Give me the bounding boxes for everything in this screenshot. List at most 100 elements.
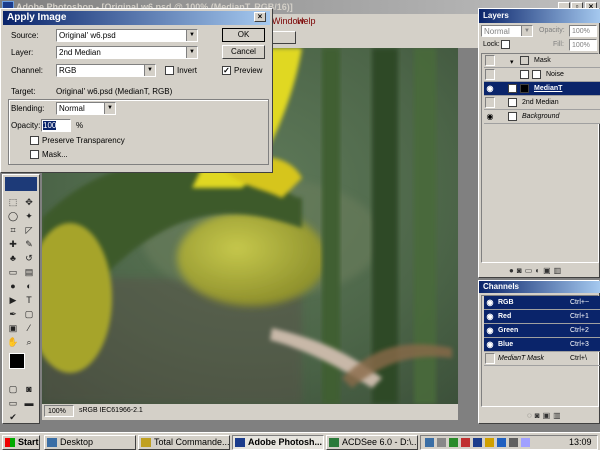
foreground-color-swatch[interactable]: [9, 353, 25, 369]
layer-row-2nd-median[interactable]: 2nd Median: [484, 96, 600, 110]
visibility-eye-icon[interactable]: [485, 55, 495, 66]
save-selection-icon[interactable]: ◙: [535, 411, 543, 420]
visibility-eye-icon[interactable]: [485, 353, 495, 364]
ok-button[interactable]: OK: [222, 28, 265, 42]
channels-tab[interactable]: Channels: [479, 281, 600, 293]
eyedropper-icon[interactable]: ⁄: [22, 322, 36, 335]
zoom-level[interactable]: 100%: [44, 405, 74, 417]
layer-dropdown[interactable]: 2nd Median ▼: [56, 46, 198, 59]
layers-list: ▾ Mask Noise ◉ MedianT 2nd Median ◉ Back…: [481, 53, 600, 263]
task-total-commander[interactable]: Total Commande...: [138, 435, 230, 450]
magic-wand-icon[interactable]: ✦: [22, 210, 36, 223]
new-layer-icon[interactable]: ▣: [543, 266, 554, 275]
options-bar-button[interactable]: [272, 31, 296, 44]
visibility-eye-icon[interactable]: ◉: [485, 325, 495, 336]
crop-tool-icon[interactable]: ⌗: [6, 224, 20, 237]
mask-checkbox[interactable]: [30, 150, 39, 159]
invert-checkbox[interactable]: [165, 66, 174, 75]
layer-name: MedianT: [534, 85, 563, 92]
tray-app-icon[interactable]: [449, 438, 458, 447]
tray-bluetooth-icon[interactable]: [497, 438, 506, 447]
brush-tool-icon[interactable]: ✎: [22, 238, 36, 251]
pen-tool-icon[interactable]: ✒: [6, 308, 20, 321]
tray-ps-icon[interactable]: [473, 438, 482, 447]
lock-transparency-checkbox[interactable]: [501, 40, 510, 49]
visibility-eye-icon[interactable]: [485, 69, 495, 80]
eraser-tool-icon[interactable]: ▭: [6, 266, 20, 279]
layer-row-background[interactable]: ◉ Background: [484, 110, 600, 124]
preserve-transparency-checkbox[interactable]: [30, 136, 39, 145]
layer-row-mask[interactable]: ▾ Mask: [484, 54, 600, 68]
blending-dropdown[interactable]: Normal ▼: [56, 102, 116, 115]
menu-help[interactable]: Help: [297, 16, 316, 26]
trash-icon[interactable]: ▥: [553, 411, 564, 420]
tray-monitor-icon[interactable]: [425, 438, 434, 447]
jump-to-imageready-icon[interactable]: ✔: [6, 411, 20, 424]
source-dropdown[interactable]: Original' w6.psd ▼: [56, 29, 198, 42]
channel-shortcut: Ctrl+1: [570, 313, 589, 320]
blend-mode-dropdown[interactable]: Normal ▼: [481, 25, 533, 37]
trash-icon[interactable]: ▥: [554, 266, 565, 275]
shape-tool-icon[interactable]: ▢: [22, 308, 36, 321]
task-acdsee[interactable]: ACDSee 6.0 - D:\...: [326, 435, 418, 450]
blur-tool-icon[interactable]: ●: [6, 280, 20, 293]
preview-checkbox[interactable]: ✓: [222, 66, 231, 75]
quick-mask-icon[interactable]: ◙: [22, 383, 36, 396]
total-commander-icon: [141, 438, 151, 447]
healing-brush-icon[interactable]: ✚: [6, 238, 20, 251]
tray-speaker-icon[interactable]: [485, 438, 494, 447]
layer-row-noise[interactable]: Noise: [484, 68, 600, 82]
type-tool-icon[interactable]: T: [22, 294, 36, 307]
marquee-tool-icon[interactable]: ⬚: [6, 196, 20, 209]
task-photoshop[interactable]: Adobe Photosh...: [232, 435, 324, 450]
visibility-eye-icon[interactable]: [485, 97, 495, 108]
new-set-icon[interactable]: ▭: [525, 266, 536, 275]
tray-alert-icon[interactable]: [461, 438, 470, 447]
path-select-icon[interactable]: ▶: [6, 294, 20, 307]
visibility-eye-icon[interactable]: ◉: [485, 297, 495, 308]
layer-opacity-input[interactable]: 100%: [569, 25, 597, 37]
dodge-tool-icon[interactable]: ◐: [22, 280, 36, 293]
opacity-input[interactable]: 100: [41, 119, 71, 132]
layer-row-mediant[interactable]: ◉ MedianT: [484, 82, 600, 96]
dialog-close-button[interactable]: ×: [254, 12, 266, 22]
channel-dropdown[interactable]: RGB ▼: [56, 64, 156, 77]
channel-row-rgb[interactable]: ◉ RGB Ctrl+~: [484, 296, 600, 310]
cancel-button[interactable]: Cancel: [222, 45, 265, 59]
visibility-eye-icon[interactable]: ◉: [485, 111, 495, 122]
slice-tool-icon[interactable]: ◸: [22, 224, 36, 237]
tray-keyboard-icon[interactable]: [509, 438, 518, 447]
move-tool-icon[interactable]: ✥: [22, 196, 36, 209]
tray-globe-icon[interactable]: [521, 438, 530, 447]
hand-tool-icon[interactable]: ✋: [6, 336, 20, 349]
clock[interactable]: 13:09: [569, 437, 592, 447]
channel-row-mask[interactable]: MedianT Mask Ctrl+\: [484, 352, 600, 366]
zoom-tool-icon[interactable]: ⌕: [22, 336, 36, 349]
screen-mode-2-icon[interactable]: ▬: [22, 397, 36, 410]
gradient-tool-icon[interactable]: ▤: [22, 266, 36, 279]
load-selection-icon[interactable]: ◌: [527, 411, 535, 420]
standard-mode-icon[interactable]: ▢: [6, 383, 20, 396]
fill-input[interactable]: 100%: [569, 39, 597, 51]
task-desktop[interactable]: Desktop: [44, 435, 136, 450]
feather-logo-icon[interactable]: [5, 177, 37, 191]
channel-row-green[interactable]: ◉ Green Ctrl+2: [484, 324, 600, 338]
screen-mode-1-icon[interactable]: ▭: [6, 397, 20, 410]
add-style-icon[interactable]: ●: [509, 266, 517, 275]
channel-shortcut: Ctrl+\: [570, 355, 587, 362]
start-button[interactable]: Start: [2, 435, 40, 450]
layers-tab[interactable]: Layers: [479, 9, 600, 23]
adjustment-layer-icon[interactable]: ◐: [535, 266, 543, 275]
channel-row-red[interactable]: ◉ Red Ctrl+1: [484, 310, 600, 324]
visibility-eye-icon[interactable]: ◉: [485, 83, 495, 94]
visibility-eye-icon[interactable]: ◉: [485, 339, 495, 350]
stamp-tool-icon[interactable]: ♣: [6, 252, 20, 265]
lasso-tool-icon[interactable]: ◯: [6, 210, 20, 223]
visibility-eye-icon[interactable]: ◉: [485, 311, 495, 322]
history-brush-icon[interactable]: ↺: [22, 252, 36, 265]
channel-row-blue[interactable]: ◉ Blue Ctrl+3: [484, 338, 600, 352]
notes-tool-icon[interactable]: ▣: [6, 322, 20, 335]
new-channel-icon[interactable]: ▣: [543, 411, 554, 420]
tray-network-icon[interactable]: [437, 438, 446, 447]
add-mask-icon[interactable]: ◙: [517, 266, 525, 275]
